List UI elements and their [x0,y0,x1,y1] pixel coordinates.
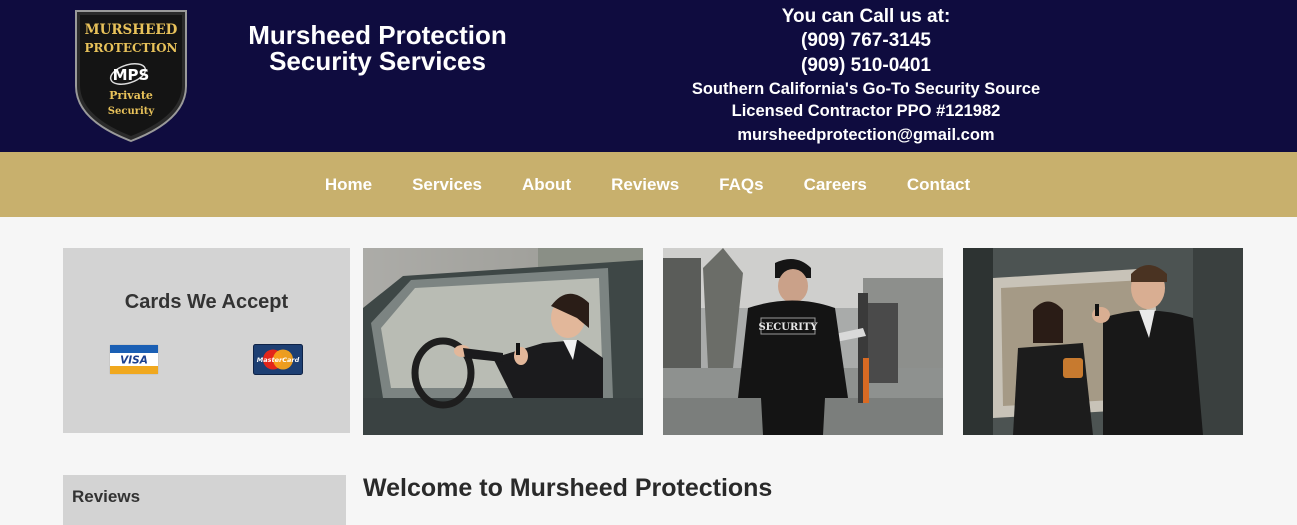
phone-number-1[interactable]: (909) 767-3145 [616,28,1116,53]
logo-line-4: Security [108,106,156,117]
logo-line-3: Private [109,89,153,102]
nav-home[interactable]: Home [325,175,372,195]
nav-reviews[interactable]: Reviews [611,175,679,195]
nav-faqs[interactable]: FAQs [719,175,763,195]
nav-about[interactable]: About [522,175,571,195]
email-link[interactable]: mursheedprotection@gmail.com [616,123,1116,148]
photo-guard-with-client [963,248,1243,435]
site-header: MURSHEED PROTECTION MPS Private Security… [0,0,1297,152]
site-title[interactable]: Mursheed Protection Security Services [205,22,550,74]
contact-info: You can Call us at: (909) 767-3145 (909)… [616,6,1116,148]
site-title-line-1: Mursheed Protection [248,20,507,50]
photo-security-guard: SECURITY [663,248,943,435]
reviews-sidebar-panel: Reviews [63,475,346,525]
nav-services[interactable]: Services [412,175,482,195]
call-us-heading: You can Call us at: [781,6,951,27]
mps-logo-badge[interactable]: MURSHEED PROTECTION MPS Private Security [70,8,192,143]
nav-careers[interactable]: Careers [804,175,867,195]
main-nav: Home Services About Reviews FAQs Careers… [0,152,1297,217]
visa-label: VISA [120,355,148,367]
logo-line-1: MURSHEED [85,22,178,38]
mastercard-icon: MasterCard [253,344,303,375]
license-number: Licensed Contractor PPO #121982 [731,102,1001,120]
photo-guard-in-car [363,248,643,435]
tagline: Southern California's Go-To Security Sou… [691,80,1041,98]
reviews-sidebar-title: Reviews [72,487,141,506]
cards-title: Cards We Accept [124,291,289,313]
phone-number-2[interactable]: (909) 510-0401 [616,53,1116,78]
mastercard-label: MasterCard [257,356,300,364]
logo-line-2: PROTECTION [84,41,177,55]
visa-card-icon: VISA [109,344,159,375]
logo-mark: MPS [113,66,150,84]
cards-we-accept-panel: Cards We Accept VISA MasterCard [63,248,350,433]
welcome-heading: Welcome to Mursheed Protections [363,474,773,502]
nav-contact[interactable]: Contact [907,175,970,195]
site-title-line-2: Security Services [269,46,486,76]
security-jacket-label: SECURITY [758,322,818,333]
